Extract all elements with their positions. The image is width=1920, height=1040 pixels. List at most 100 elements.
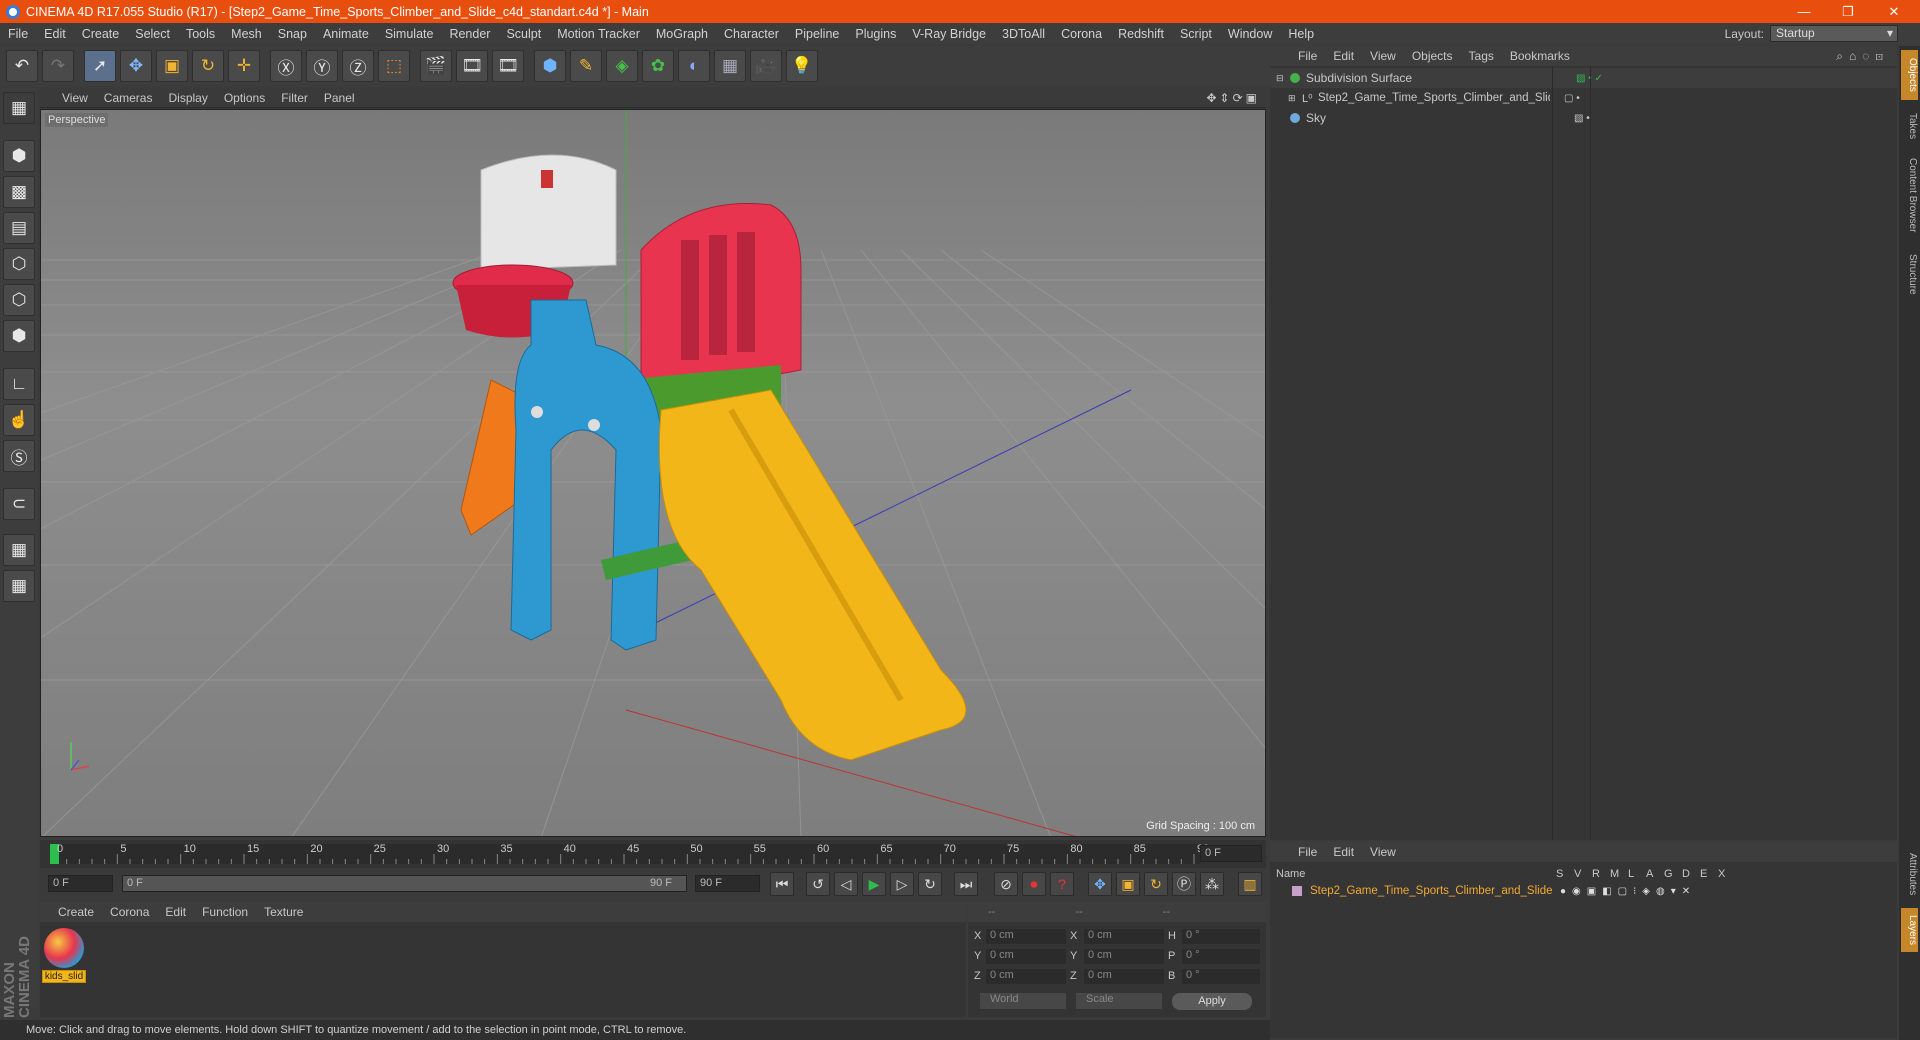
object-tag-icon[interactable]: ▢ • [1564, 93, 1580, 104]
object-name[interactable]: Step2_Game_Time_Sports_Climber_and_Slide [1318, 92, 1550, 104]
viewport-menu-cameras[interactable]: Cameras [96, 91, 161, 105]
key-position-icon[interactable]: ✥ [1088, 872, 1112, 896]
end-frame-field[interactable]: 90 F [695, 875, 760, 892]
menu-create[interactable]: Create [74, 27, 128, 41]
object-row-climber[interactable]: ⊞ L⁰ Step2_Game_Time_Sports_Climber_and_… [1270, 88, 1897, 108]
live-selection-icon[interactable]: ➚ [84, 50, 116, 82]
material-menu-texture[interactable]: Texture [256, 905, 311, 919]
viewport-navigation-icons[interactable]: ✥⇕⟳▣ [1206, 91, 1260, 105]
transform-icon[interactable]: ✛ [228, 50, 260, 82]
texture-mode-icon[interactable]: ▩ [3, 176, 35, 208]
y-axis-icon[interactable]: Ⓨ [306, 50, 338, 82]
camera-icon[interactable]: 🎥 [750, 50, 782, 82]
objmgr-menu-view[interactable]: View [1362, 49, 1404, 63]
menu-simulate[interactable]: Simulate [377, 27, 442, 41]
current-frame-field[interactable]: 0 F [1200, 845, 1262, 862]
next-frame-icon[interactable]: ▷ [890, 872, 914, 896]
next-key-icon[interactable]: ↻ [918, 872, 942, 896]
menu-render[interactable]: Render [441, 27, 498, 41]
restore-button[interactable]: ❐ [1826, 0, 1870, 23]
menu-character[interactable]: Character [716, 27, 787, 41]
menu-tools[interactable]: Tools [178, 27, 223, 41]
objmgr-menu-tags[interactable]: Tags [1461, 49, 1502, 63]
menu-animate[interactable]: Animate [315, 27, 377, 41]
rotate-icon[interactable]: ↻ [192, 50, 224, 82]
objmgr-search-home-icons[interactable]: ⌕⌂◌⊡ [1836, 49, 1889, 64]
viewport-menu-options[interactable]: Options [216, 91, 273, 105]
layermgr-menu-file[interactable]: File [1290, 845, 1325, 859]
deformer-icon[interactable]: ◐ [678, 50, 710, 82]
z-axis-icon[interactable]: Ⓩ [342, 50, 374, 82]
camera-label[interactable]: Perspective [45, 113, 109, 127]
snapping-icon[interactable]: Ⓢ [3, 440, 35, 472]
timeline-window-icon[interactable]: ▥ [1238, 872, 1262, 896]
layout-dropdown[interactable]: Startup [1770, 25, 1898, 42]
workplane-icon[interactable]: ▤ [3, 212, 35, 244]
menu-vray-bridge[interactable]: V-Ray Bridge [904, 27, 994, 41]
autokeying-icon[interactable]: ⏺ [1022, 872, 1046, 896]
menu-redshift[interactable]: Redshift [1110, 27, 1172, 41]
model-mode-icon[interactable]: ⬢ [3, 140, 35, 172]
tab-objects[interactable]: Objects [1901, 50, 1918, 100]
3d-viewport[interactable]: Perspective Grid Spacing : 100 cm [40, 109, 1266, 837]
menu-snap[interactable]: Snap [270, 27, 315, 41]
tab-structure[interactable]: Structure [1901, 244, 1918, 304]
menu-sculpt[interactable]: Sculpt [498, 27, 549, 41]
rotation-p-field[interactable]: 0 ° [1182, 948, 1260, 964]
position-y-field[interactable]: 0 cm [986, 948, 1066, 964]
material-menu-edit[interactable]: Edit [157, 905, 194, 919]
rotation-b-field[interactable]: 0 ° [1182, 968, 1260, 984]
play-icon[interactable]: ▶ [862, 872, 886, 896]
redo-icon[interactable]: ↷ [42, 50, 74, 82]
subdivision-icon[interactable]: ◈ [606, 50, 638, 82]
render-settings-icon[interactable]: 🎞 [492, 50, 524, 82]
coordinate-system-icon[interactable]: ⬚ [378, 50, 410, 82]
menu-motion-tracker[interactable]: Motion Tracker [549, 27, 648, 41]
viewport-menu-view[interactable]: View [54, 91, 96, 105]
magnet-icon[interactable]: ⊂ [3, 488, 35, 520]
render-picture-viewer-icon[interactable]: 🎞 [456, 50, 488, 82]
light-icon[interactable]: 💡 [786, 50, 818, 82]
record-keys-icon[interactable]: ⊘ [994, 872, 1018, 896]
menu-edit[interactable]: Edit [36, 27, 74, 41]
x-axis-icon[interactable]: Ⓧ [270, 50, 302, 82]
menu-pipeline[interactable]: Pipeline [787, 27, 847, 41]
tab-attributes[interactable]: Attributes [1901, 842, 1918, 906]
layermgr-menu-edit[interactable]: Edit [1325, 845, 1362, 859]
frame-range-slider[interactable]: 0 F 90 F [122, 875, 687, 892]
floor-icon[interactable]: ▦ [714, 50, 746, 82]
start-frame-field[interactable]: 0 F [48, 875, 113, 892]
keyframe-selection-icon[interactable]: ? [1050, 872, 1074, 896]
menu-mograph[interactable]: MoGraph [648, 27, 716, 41]
menu-help[interactable]: Help [1280, 27, 1322, 41]
menu-window[interactable]: Window [1220, 27, 1280, 41]
menu-3dtoall[interactable]: 3DToAll [994, 27, 1053, 41]
material-menu-corona[interactable]: Corona [102, 905, 157, 919]
layer-flag-icons[interactable]: ●◉▣◧▢⁝◈◍▾✕ [1560, 886, 1696, 897]
expand-icon[interactable]: ⊞ [1288, 93, 1302, 104]
polygons-mode-icon[interactable]: ⬢ [3, 320, 35, 352]
apply-button[interactable]: Apply [1172, 992, 1252, 1010]
viewport-menu-panel[interactable]: Panel [316, 91, 363, 105]
viewport-menu-display[interactable]: Display [160, 91, 215, 105]
object-row-sky[interactable]: Sky ▧ • [1270, 108, 1897, 128]
undo-icon[interactable]: ↶ [6, 50, 38, 82]
objmgr-menu-bookmarks[interactable]: Bookmarks [1502, 49, 1578, 63]
size-z-field[interactable]: 0 cm [1084, 968, 1164, 984]
object-name[interactable]: Sky [1306, 111, 1562, 125]
collapse-icon[interactable]: ⊟ [1276, 73, 1290, 84]
previous-frame-icon[interactable]: ◁ [834, 872, 858, 896]
close-button[interactable]: ✕ [1872, 0, 1916, 23]
pen-spline-icon[interactable]: ✎ [570, 50, 602, 82]
size-y-field[interactable]: 0 cm [1084, 948, 1164, 964]
render-view-icon[interactable]: 🎬 [420, 50, 452, 82]
cloner-icon[interactable]: ✿ [642, 50, 674, 82]
size-mode-dropdown[interactable]: Scale [1076, 993, 1162, 1009]
menu-mesh[interactable]: Mesh [223, 27, 270, 41]
layer-color-swatch[interactable] [1292, 886, 1302, 896]
previous-key-icon[interactable]: ↺ [806, 872, 830, 896]
menu-plugins[interactable]: Plugins [847, 27, 904, 41]
layer-row[interactable]: Step2_Game_Time_Sports_Climber_and_Slide… [1270, 882, 1897, 900]
position-x-field[interactable]: 0 cm [986, 928, 1066, 944]
viewport-menu-filter[interactable]: Filter [273, 91, 316, 105]
